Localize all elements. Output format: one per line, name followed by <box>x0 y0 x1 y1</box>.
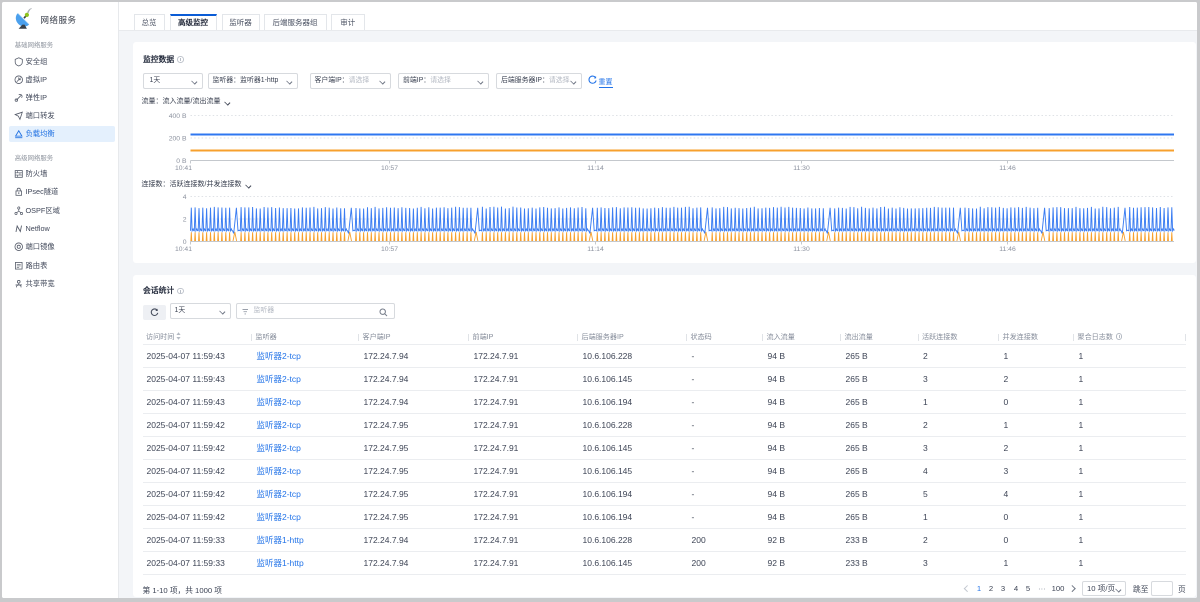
svg-text:11:30: 11:30 <box>793 165 810 172</box>
svg-text:2: 2 <box>182 217 186 224</box>
svg-text:11:14: 11:14 <box>587 165 604 172</box>
svg-text:0 B: 0 B <box>176 158 187 165</box>
svg-text:10:57: 10:57 <box>380 165 397 172</box>
svg-text:11:46: 11:46 <box>999 165 1016 172</box>
svg-text:10:41: 10:41 <box>174 246 191 253</box>
svg-text:11:14: 11:14 <box>587 246 604 253</box>
svg-text:200 B: 200 B <box>168 136 186 143</box>
svg-text:0: 0 <box>182 239 186 246</box>
svg-text:11:46: 11:46 <box>999 246 1016 253</box>
svg-text:10:57: 10:57 <box>380 246 397 253</box>
svg-text:10:41: 10:41 <box>174 165 191 172</box>
svg-text:400 B: 400 B <box>168 113 186 120</box>
svg-text:11:30: 11:30 <box>793 246 810 253</box>
svg-text:4: 4 <box>182 194 186 201</box>
